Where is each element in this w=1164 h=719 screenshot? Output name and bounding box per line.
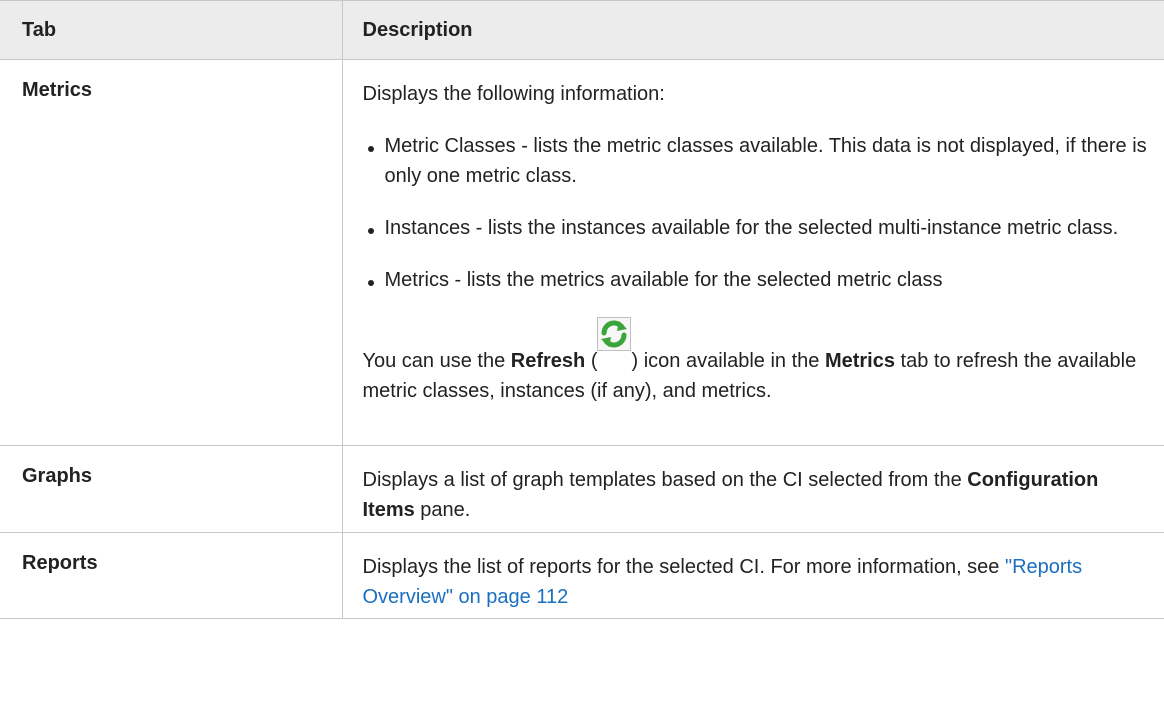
header-tab: Tab <box>0 0 343 60</box>
list-item: Metric Classes - lists the metric classe… <box>363 131 1157 191</box>
tab-name-metrics: Metrics <box>0 59 343 446</box>
tab-name-reports: Reports <box>0 532 343 619</box>
tab-name-graphs: Graphs <box>0 445 343 533</box>
table-row-reports: Reports Displays the list of reports for… <box>0 532 1164 619</box>
note-metrics-bold: Metrics <box>824 350 895 372</box>
note-text-3: ) icon available in the <box>631 350 825 372</box>
list-item: Instances - lists the instances availabl… <box>363 213 1157 243</box>
refresh-icon-wrap <box>597 317 632 369</box>
list-item: Metrics - lists the metrics available fo… <box>363 265 1157 295</box>
note-refresh-bold: Refresh <box>510 350 586 372</box>
header-description: Description <box>341 0 1164 60</box>
metrics-bullet-list: Metric Classes - lists the metric classe… <box>363 131 1157 295</box>
table-row-graphs: Graphs Displays a list of graph template… <box>0 445 1164 533</box>
description-metrics: Displays the following information: Metr… <box>341 59 1164 446</box>
table-row-metrics: Metrics Displays the following informati… <box>0 59 1164 446</box>
graphs-text-2: pane. <box>414 499 471 521</box>
metrics-refresh-note: You can use the Refresh ( ) icon availab… <box>362 317 1157 416</box>
metrics-intro: Displays the following information: <box>362 83 665 105</box>
description-reports: Displays the list of reports for the sel… <box>341 532 1164 619</box>
refresh-icon <box>597 317 632 351</box>
description-graphs: Displays a list of graph templates based… <box>341 445 1164 533</box>
tabs-description-table: Tab Description Metrics Displays the fol… <box>0 0 1164 619</box>
note-text-2: ( <box>585 350 598 372</box>
header-row: Tab Description <box>0 0 1164 60</box>
note-text-1: You can use the <box>362 350 511 372</box>
reports-text-1: Displays the list of reports for the sel… <box>362 556 1005 578</box>
graphs-text-1: Displays a list of graph templates based… <box>362 469 968 491</box>
